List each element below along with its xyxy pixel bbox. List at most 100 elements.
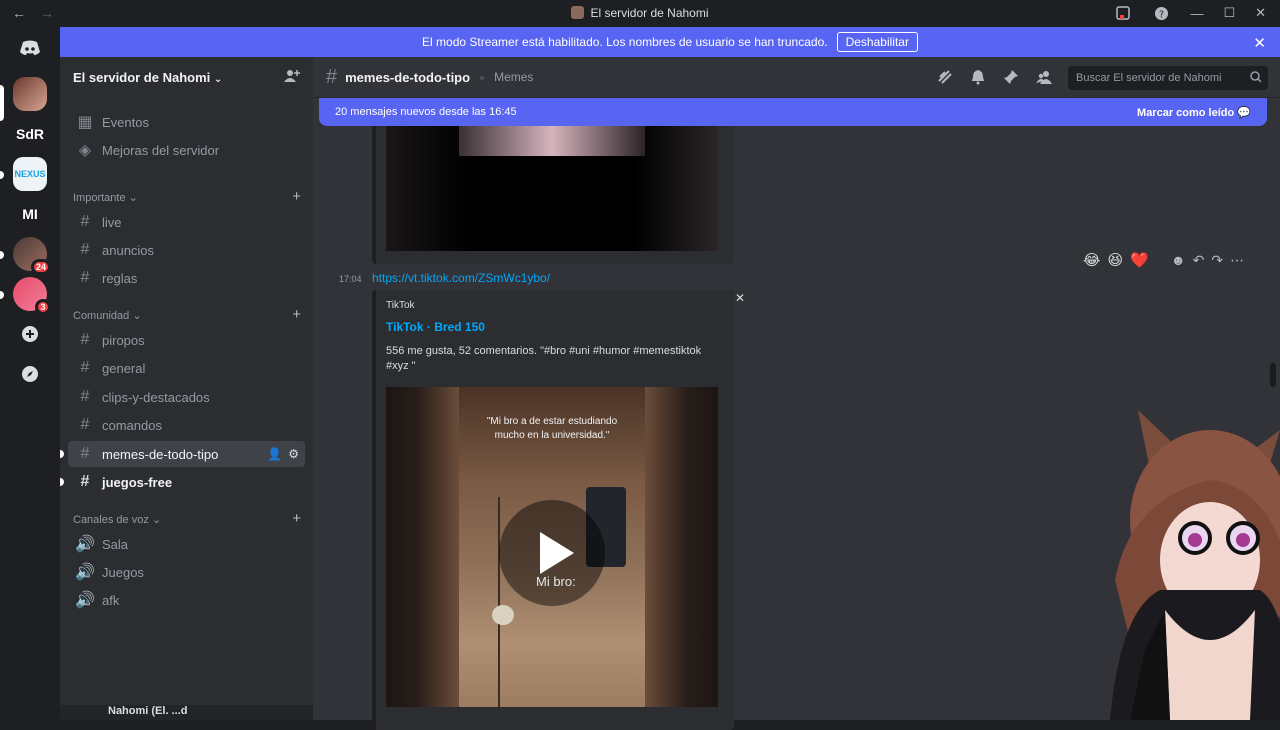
hash-icon: # [80, 241, 90, 258]
hash-icon: # [80, 445, 90, 462]
mark-read-button[interactable]: Marcar como leído 💬 [1137, 106, 1251, 119]
play-icon [540, 532, 574, 574]
gear-icon[interactable]: ⚙ [288, 447, 299, 461]
sidebar-item-reglas[interactable]: # reglas [68, 265, 305, 291]
bell-icon[interactable] [970, 69, 986, 90]
calendar-icon: ▦ [77, 114, 93, 131]
skull-icon [492, 605, 514, 625]
guild-badge-3[interactable]: 3 [13, 277, 51, 315]
chevron-down-icon: ⌄ [213, 74, 223, 85]
guild-sdr[interactable]: SdR [13, 117, 47, 151]
inbox-icon[interactable] [1114, 4, 1132, 22]
hash-icon: # [80, 359, 90, 376]
search-input[interactable]: Buscar El servidor de Nahomi [1068, 66, 1268, 90]
mention-badge: 3 [35, 299, 51, 315]
members-icon[interactable] [1036, 69, 1052, 90]
category-comunidad[interactable]: Comunidad ⌄ + [73, 306, 301, 323]
server-header[interactable]: El servidor de Nahomi ⌄ [60, 57, 313, 98]
embed-title[interactable]: TikTok · Bred 150 [386, 320, 485, 334]
tiktok-video[interactable]: "Mi bro a de estar estudiando mucho en l… [386, 387, 718, 707]
help-icon[interactable]: ? [1152, 4, 1170, 22]
previous-embed [372, 126, 734, 264]
sidebar-item-comandos[interactable]: # comandos [68, 412, 305, 438]
forward-icon[interactable]: ↷ [1211, 252, 1223, 269]
window-titlebar: ← → El servidor de Nahomi ? — ☐ ✕ [0, 0, 1280, 27]
new-messages-bar[interactable]: 20 mensajes nuevos desde las 16:45 Marca… [319, 98, 1267, 126]
guild-nahomi-avatar[interactable] [13, 77, 47, 111]
channel-name: memes-de-todo-tipo [345, 69, 471, 85]
close-window-icon[interactable]: ✕ [1255, 5, 1266, 21]
hash-icon: # [80, 331, 90, 348]
threads-icon[interactable] [937, 69, 953, 90]
sidebar-item-memes[interactable]: # memes-de-todo-tipo 👤 ⚙ [68, 441, 305, 467]
message-timestamp: 17:04 [339, 274, 362, 284]
guild-nexus[interactable]: NEXUS [13, 157, 47, 191]
streamer-mode-banner: El modo Streamer está habilitado. Los no… [60, 27, 1280, 57]
video-caption: "Mi bro a de estar estudiando mucho en l… [486, 416, 618, 441]
video-overlay-text: Mi bro: [536, 574, 576, 589]
search-icon [1250, 71, 1262, 86]
message-link[interactable]: https://vt.tiktok.com/ZSmWc1ybo/ [372, 271, 550, 285]
remove-embed-icon[interactable]: ✕ [735, 291, 745, 305]
vtuber-avatar [1090, 410, 1280, 720]
close-banner-icon[interactable]: ✕ [1253, 34, 1266, 52]
user-panel[interactable]: Nahomi (El. ...d [60, 705, 313, 720]
pin-icon[interactable] [1003, 69, 1019, 90]
category-voz[interactable]: Canales de voz ⌄ + [73, 510, 301, 527]
sidebar-item-live[interactable]: # live [68, 209, 305, 235]
minimize-icon[interactable]: — [1190, 6, 1203, 21]
sidebar-item-sala[interactable]: 🔊 Sala [68, 531, 305, 557]
sidebar-item-juegos-free[interactable]: # juegos-free [68, 469, 305, 495]
message-hover-toolbar: 😂 😆 ❤️ ☻ ↶ ↷ ⋯ [1083, 251, 1244, 270]
sidebar-item-anuncios[interactable]: # anuncios [68, 237, 305, 263]
maximize-icon[interactable]: ☐ [1223, 5, 1235, 21]
window-controls: ? — ☐ ✕ [1114, 4, 1266, 22]
reaction-laugh[interactable]: 😂 [1083, 251, 1101, 269]
category-importante[interactable]: Importante ⌄ + [73, 188, 301, 205]
window-title: El servidor de Nahomi [0, 6, 1280, 20]
reply-icon[interactable]: ↶ [1193, 252, 1205, 269]
hash-icon: # [80, 213, 90, 230]
add-channel-icon[interactable]: + [292, 188, 301, 205]
header-toolbar [937, 69, 1052, 90]
hash-icon: # [80, 269, 90, 286]
add-server-icon[interactable] [13, 317, 47, 351]
sidebar-item-events[interactable]: ▦ Eventos [68, 109, 305, 135]
previous-video[interactable] [386, 126, 718, 251]
speaker-icon: 🔊 [75, 536, 95, 553]
sidebar-item-clips[interactable]: # clips-y-destacados [68, 384, 305, 410]
sidebar-item-juegos[interactable]: 🔊 Juegos [68, 559, 305, 585]
add-channel-icon[interactable]: + [292, 510, 301, 527]
channel-topic: Memes [480, 70, 533, 84]
unread-pill [0, 251, 4, 259]
mark-read-icon: 💬 [1237, 106, 1251, 119]
create-invite-icon[interactable]: 👤 [267, 447, 282, 461]
play-button[interactable] [499, 500, 605, 606]
embed-description: 556 me gusta, 52 comentarios. "#bro #uni… [386, 345, 702, 372]
reaction-heart[interactable]: ❤️ [1130, 251, 1149, 269]
server-icon [571, 6, 585, 19]
sidebar-item-general[interactable]: # general [68, 355, 305, 381]
channel-sidebar: El servidor de Nahomi ⌄ ▦ Eventos ◈ Mejora… [60, 57, 313, 720]
sidebar-item-afk[interactable]: 🔊 afk [68, 587, 305, 613]
sidebar-item-piropos[interactable]: # piropos [68, 327, 305, 353]
disable-streamer-button[interactable]: Deshabilitar [836, 32, 918, 52]
reaction-grin[interactable]: 😆 [1108, 251, 1124, 269]
add-channel-icon[interactable]: + [292, 306, 301, 323]
add-reaction-icon[interactable]: ☻ [1171, 252, 1186, 268]
guild-badge-24[interactable]: 24 [13, 237, 51, 275]
more-options-icon[interactable]: ⋯ [1230, 252, 1244, 269]
selected-guild-pill [0, 85, 4, 121]
scrollbar-thumb[interactable] [1270, 363, 1276, 387]
guild-mi[interactable]: MI [13, 197, 47, 231]
sidebar-item-boosts[interactable]: ◈ Mejoras del servidor [68, 137, 305, 163]
invite-people-icon[interactable] [284, 69, 300, 86]
unread-pill [0, 171, 4, 179]
discord-home-icon[interactable] [13, 31, 47, 65]
speaker-icon: 🔊 [75, 592, 95, 609]
discover-icon[interactable] [13, 357, 47, 391]
guild-list: SdR NEXUS MI 24 3 [0, 27, 60, 720]
hash-icon: # [80, 416, 90, 433]
hash-icon: # [80, 388, 90, 405]
mention-badge: 24 [30, 259, 51, 275]
